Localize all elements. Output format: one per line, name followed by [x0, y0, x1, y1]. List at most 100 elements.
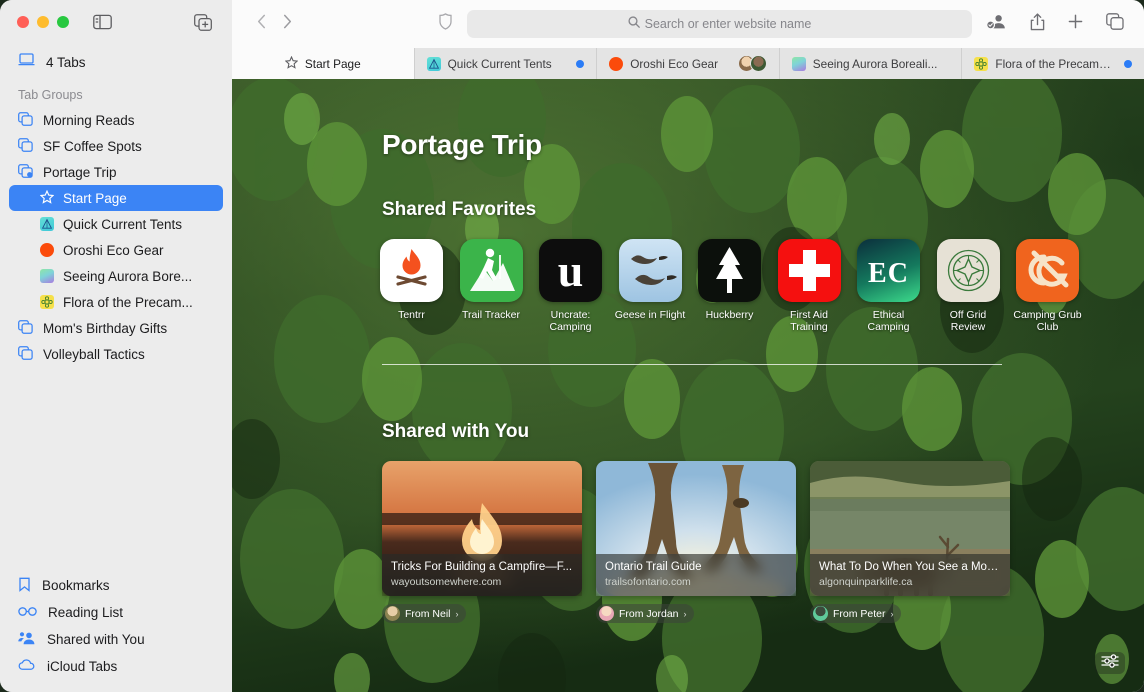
favorite-item[interactable]: Camping Grub Club: [1013, 239, 1082, 333]
chevron-right-icon: ›: [455, 608, 459, 619]
customize-start-page-button[interactable]: [1095, 652, 1125, 674]
favorite-item[interactable]: u Uncrate: Camping: [539, 239, 602, 333]
sidebar-icon[interactable]: [93, 14, 112, 35]
sidebar-bottom-section: Bookmarks Reading List Shared with You i…: [0, 572, 232, 692]
tab-groups-header: Tab Groups: [18, 88, 83, 102]
sidebar-item-icloud-tabs[interactable]: iCloud Tabs: [9, 653, 223, 680]
sidebar-item-label: Volleyball Tactics: [43, 346, 145, 362]
favorite-item[interactable]: Geese in Flight: [615, 239, 685, 333]
favorite-item[interactable]: First Aid Training: [777, 239, 841, 333]
sidebar-item-reading-list[interactable]: Reading List: [9, 599, 223, 626]
favorite-label: Uncrate: Camping: [549, 309, 592, 333]
sidebar-item-label: Oroshi Eco Gear: [63, 242, 164, 258]
red-cross-icon: [777, 239, 841, 302]
sidebar-item-label: Portage Trip: [43, 164, 117, 180]
hikers-sunset-photo: Ontario Trail Guide trailsofontario.com: [596, 461, 796, 596]
chevron-right-icon: ›: [890, 608, 894, 619]
tab-quick-current-tents[interactable]: Quick Current Tents: [415, 48, 598, 79]
favicon-circle: [40, 243, 54, 257]
shared-card[interactable]: Ontario Trail Guide trailsofontario.com …: [596, 461, 796, 626]
avatar: [813, 606, 828, 621]
sidebar-item-label: Quick Current Tents: [63, 216, 183, 232]
zoom-button[interactable]: [57, 16, 69, 28]
start-page-body: Portage Trip Shared Favorites Tentrr Tra…: [232, 79, 1144, 692]
minimize-button[interactable]: [37, 16, 49, 28]
sidebar-item-sf-coffee-spots[interactable]: SF Coffee Spots: [9, 133, 223, 159]
favicon-flora: [40, 295, 54, 309]
card-domain: algonquinparklife.ca: [819, 576, 913, 588]
favorite-item[interactable]: EC Ethical Camping: [857, 239, 920, 333]
sidebar-item-seeing-aurora[interactable]: Seeing Aurora Bore...: [9, 263, 223, 289]
sidebar-item-volleyball-tactics[interactable]: Volleyball Tactics: [9, 341, 223, 367]
new-tab-group-icon[interactable]: [194, 14, 212, 36]
favicon-aurora: [791, 56, 806, 71]
shared-from-row[interactable]: From Neil ›: [382, 604, 466, 623]
favicon-tent: [426, 56, 441, 71]
card-domain: wayoutsomewhere.com: [391, 576, 502, 588]
shared-from-row[interactable]: From Peter ›: [810, 604, 901, 623]
tab-start-page[interactable]: Start Page: [232, 48, 415, 79]
shared-from-label: From Peter: [833, 607, 886, 620]
tabs-summary-row[interactable]: 4 Tabs: [0, 48, 232, 76]
favorite-label: Off Grid Review: [949, 309, 987, 333]
favorite-item[interactable]: Huckberry: [698, 239, 761, 333]
shared-card[interactable]: Tricks For Building a Campfire—F... wayo…: [382, 461, 582, 626]
pine-tree-icon: [698, 239, 761, 302]
letters-cg-icon: [1016, 239, 1079, 302]
sidebar-item-label: iCloud Tabs: [47, 659, 118, 674]
tab-group-icon: [18, 345, 33, 363]
tab-label: Flora of the Precambi...: [995, 56, 1117, 71]
shared-card[interactable]: What To Do When You See a Moo... algonqu…: [810, 461, 1010, 626]
sidebar-item-quick-current-tents[interactable]: Quick Current Tents: [9, 211, 223, 237]
campfire-photo: Tricks For Building a Campfire—F... wayo…: [382, 461, 582, 596]
star-icon: [39, 189, 55, 207]
plus-icon[interactable]: [1068, 14, 1083, 34]
sidebar-item-shared-with-you[interactable]: Shared with You: [9, 626, 223, 653]
address-bar[interactable]: Search or enter website name: [467, 10, 972, 38]
favorite-label: Trail Tracker: [462, 309, 520, 321]
chevron-left-icon[interactable]: [257, 14, 266, 34]
elk-water-photo: What To Do When You See a Moo... algonqu…: [810, 461, 1010, 596]
sidebar-item-oroshi-eco-gear[interactable]: Oroshi Eco Gear: [9, 237, 223, 263]
favorite-item[interactable]: Off Grid Review: [936, 239, 1000, 333]
favorite-label: First Aid Training: [790, 309, 828, 333]
tab-participants: [737, 55, 767, 72]
tab-flora-of-the-precambrian[interactable]: Flora of the Precambi...: [962, 48, 1144, 79]
sidebar-item-label: Flora of the Precam...: [63, 294, 193, 310]
svg-text:u: u: [558, 245, 584, 296]
sidebar-item-bookmarks[interactable]: Bookmarks: [9, 572, 223, 599]
avatar: [385, 606, 400, 621]
share-participants-icon[interactable]: [986, 13, 1007, 35]
sidebar-item-moms-birthday-gifts[interactable]: Mom's Birthday Gifts: [9, 315, 223, 341]
tab-overview-icon[interactable]: [1106, 13, 1124, 35]
tab-oroshi-eco-gear[interactable]: Oroshi Eco Gear: [597, 48, 780, 79]
favicon-circle: [609, 56, 624, 71]
tabs-summary-label: 4 Tabs: [46, 54, 86, 70]
sidebar-item-portage-trip[interactable]: Portage Trip: [9, 159, 223, 185]
share-icon[interactable]: [1030, 12, 1045, 36]
address-bar-placeholder: Search or enter website name: [644, 17, 812, 31]
avatar: [749, 55, 767, 72]
letters-ec-icon: EC: [857, 239, 920, 302]
titlebar: [0, 0, 232, 44]
hiker-icon: [459, 239, 523, 302]
favorite-item[interactable]: Trail Tracker: [459, 239, 523, 333]
glasses-icon: [18, 605, 37, 620]
sidebar-item-morning-reads[interactable]: Morning Reads: [9, 107, 223, 133]
tab-group-icon: [18, 111, 33, 129]
chevron-right-icon[interactable]: [283, 14, 292, 34]
favorite-label: Camping Grub Club: [1013, 309, 1082, 333]
page-title: Portage Trip: [382, 129, 542, 160]
shared-tab-group-icon: [18, 163, 33, 181]
avatar: [599, 606, 614, 621]
shared-from-row[interactable]: From Jordan ›: [596, 604, 694, 623]
tab-label: Start Page: [304, 56, 361, 71]
favorite-item[interactable]: Tentrr: [380, 239, 443, 333]
card-caption: Ontario Trail Guide trailsofontario.com: [596, 554, 796, 596]
close-button[interactable]: [17, 16, 29, 28]
sidebar-item-start-page[interactable]: Start Page: [9, 185, 223, 211]
tab-seeing-aurora-borealis[interactable]: Seeing Aurora Boreali...: [780, 48, 963, 79]
privacy-shield-icon[interactable]: [439, 13, 452, 35]
sidebar-item-flora-precambrian[interactable]: Flora of the Precam...: [9, 289, 223, 315]
compass-icon: [936, 239, 1000, 302]
